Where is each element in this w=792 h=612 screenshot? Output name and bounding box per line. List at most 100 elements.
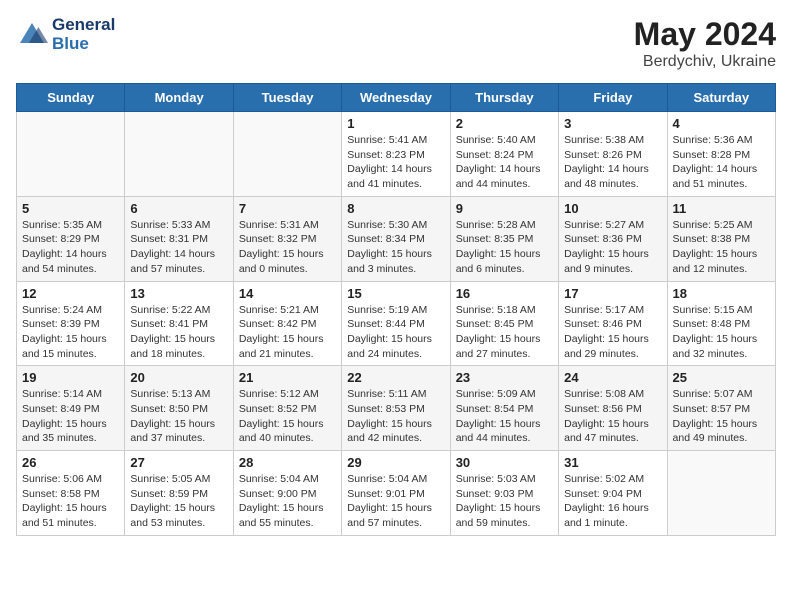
calendar-cell: 8 Sunrise: 5:30 AM Sunset: 8:34 PM Daylig… (342, 196, 450, 281)
day-number: 28 (239, 455, 336, 470)
calendar-cell: 17 Sunrise: 5:17 AM Sunset: 8:46 PM Dayli… (559, 281, 667, 366)
day-info: Sunrise: 5:13 AM Sunset: 8:50 PM Dayligh… (130, 387, 227, 446)
weekday-header: Monday (125, 84, 233, 112)
day-number: 31 (564, 455, 661, 470)
day-info: Sunrise: 5:40 AM Sunset: 8:24 PM Dayligh… (456, 133, 553, 192)
calendar-cell: 10 Sunrise: 5:27 AM Sunset: 8:36 PM Dayli… (559, 196, 667, 281)
day-number: 16 (456, 286, 553, 301)
calendar-cell: 12 Sunrise: 5:24 AM Sunset: 8:39 PM Dayli… (17, 281, 125, 366)
day-info: Sunrise: 5:28 AM Sunset: 8:35 PM Dayligh… (456, 218, 553, 277)
day-info: Sunrise: 5:25 AM Sunset: 8:38 PM Dayligh… (673, 218, 770, 277)
calendar-week-row: 12 Sunrise: 5:24 AM Sunset: 8:39 PM Dayli… (17, 281, 776, 366)
day-number: 22 (347, 370, 444, 385)
day-info: Sunrise: 5:31 AM Sunset: 8:32 PM Dayligh… (239, 218, 336, 277)
calendar-header: SundayMondayTuesdayWednesdayThursdayFrid… (17, 84, 776, 112)
day-info: Sunrise: 5:35 AM Sunset: 8:29 PM Dayligh… (22, 218, 119, 277)
day-number: 24 (564, 370, 661, 385)
day-number: 15 (347, 286, 444, 301)
calendar-cell: 30Sunrise: 5:03 AM Sunset: 9:03 PM Dayli… (450, 451, 558, 536)
calendar-cell: 5Sunrise: 5:35 AM Sunset: 8:29 PM Daylig… (17, 196, 125, 281)
day-info: Sunrise: 5:12 AM Sunset: 8:52 PM Dayligh… (239, 387, 336, 446)
weekday-header: Thursday (450, 84, 558, 112)
page-header: General Blue May 2024 Berdychiv, Ukraine (16, 16, 776, 71)
calendar-week-row: 1Sunrise: 5:41 AM Sunset: 8:23 PM Daylig… (17, 112, 776, 197)
calendar-cell: 3Sunrise: 5:38 AM Sunset: 8:26 PM Daylig… (559, 112, 667, 197)
logo-icon (16, 19, 48, 51)
day-info: Sunrise: 5:18 AM Sunset: 8:45 PM Dayligh… (456, 303, 553, 362)
day-info: Sunrise: 5:04 AM Sunset: 9:01 PM Dayligh… (347, 472, 444, 531)
day-number: 4 (673, 116, 770, 131)
calendar-cell (233, 112, 341, 197)
calendar-cell: 24 Sunrise: 5:08 AM Sunset: 8:56 PM Dayli… (559, 366, 667, 451)
day-info: Sunrise: 5:17 AM Sunset: 8:46 PM Dayligh… (564, 303, 661, 362)
calendar-cell: 25Sunrise: 5:07 AM Sunset: 8:57 PM Dayli… (667, 366, 775, 451)
day-number: 7 (239, 201, 336, 216)
day-number: 14 (239, 286, 336, 301)
calendar-cell (667, 451, 775, 536)
calendar-cell: 21 Sunrise: 5:12 AM Sunset: 8:52 PM Dayli… (233, 366, 341, 451)
day-number: 13 (130, 286, 227, 301)
logo: General Blue (16, 16, 115, 53)
day-info: Sunrise: 5:21 AM Sunset: 8:42 PM Dayligh… (239, 303, 336, 362)
calendar-cell: 11 Sunrise: 5:25 AM Sunset: 8:38 PM Dayli… (667, 196, 775, 281)
title-block: May 2024 Berdychiv, Ukraine (634, 16, 776, 71)
weekday-header-row: SundayMondayTuesdayWednesdayThursdayFrid… (17, 84, 776, 112)
day-info: Sunrise: 5:03 AM Sunset: 9:03 PM Dayligh… (456, 472, 553, 531)
calendar-body: 1Sunrise: 5:41 AM Sunset: 8:23 PM Daylig… (17, 112, 776, 536)
weekday-header: Saturday (667, 84, 775, 112)
calendar-cell: 1Sunrise: 5:41 AM Sunset: 8:23 PM Daylig… (342, 112, 450, 197)
calendar-cell: 4 Sunrise: 5:36 AM Sunset: 8:28 PM Daylig… (667, 112, 775, 197)
day-number: 19 (22, 370, 119, 385)
calendar-cell: 18 Sunrise: 5:15 AM Sunset: 8:48 PM Dayli… (667, 281, 775, 366)
day-number: 6 (130, 201, 227, 216)
location: Berdychiv, Ukraine (634, 53, 776, 71)
day-number: 21 (239, 370, 336, 385)
day-info: Sunrise: 5:19 AM Sunset: 8:44 PM Dayligh… (347, 303, 444, 362)
day-info: Sunrise: 5:04 AM Sunset: 9:00 PM Dayligh… (239, 472, 336, 531)
calendar-cell: 9 Sunrise: 5:28 AM Sunset: 8:35 PM Daylig… (450, 196, 558, 281)
calendar-cell: 29Sunrise: 5:04 AM Sunset: 9:01 PM Dayli… (342, 451, 450, 536)
calendar-cell: 7 Sunrise: 5:31 AM Sunset: 8:32 PM Daylig… (233, 196, 341, 281)
calendar-cell: 14 Sunrise: 5:21 AM Sunset: 8:42 PM Dayli… (233, 281, 341, 366)
weekday-header: Sunday (17, 84, 125, 112)
day-info: Sunrise: 5:02 AM Sunset: 9:04 PM Dayligh… (564, 472, 661, 531)
day-number: 12 (22, 286, 119, 301)
day-number: 9 (456, 201, 553, 216)
calendar-cell: 19 Sunrise: 5:14 AM Sunset: 8:49 PM Dayli… (17, 366, 125, 451)
day-info: Sunrise: 5:06 AM Sunset: 8:58 PM Dayligh… (22, 472, 119, 531)
calendar-cell: 13Sunrise: 5:22 AM Sunset: 8:41 PM Dayli… (125, 281, 233, 366)
calendar-cell: 2 Sunrise: 5:40 AM Sunset: 8:24 PM Daylig… (450, 112, 558, 197)
month-year: May 2024 (634, 16, 776, 53)
day-info: Sunrise: 5:14 AM Sunset: 8:49 PM Dayligh… (22, 387, 119, 446)
day-info: Sunrise: 5:36 AM Sunset: 8:28 PM Dayligh… (673, 133, 770, 192)
calendar-cell: 27Sunrise: 5:05 AM Sunset: 8:59 PM Dayli… (125, 451, 233, 536)
day-number: 18 (673, 286, 770, 301)
day-number: 2 (456, 116, 553, 131)
day-number: 11 (673, 201, 770, 216)
calendar-cell: 16 Sunrise: 5:18 AM Sunset: 8:45 PM Dayli… (450, 281, 558, 366)
day-info: Sunrise: 5:15 AM Sunset: 8:48 PM Dayligh… (673, 303, 770, 362)
calendar-week-row: 26 Sunrise: 5:06 AM Sunset: 8:58 PM Dayli… (17, 451, 776, 536)
day-info: Sunrise: 5:24 AM Sunset: 8:39 PM Dayligh… (22, 303, 119, 362)
calendar-cell: 23Sunrise: 5:09 AM Sunset: 8:54 PM Dayli… (450, 366, 558, 451)
day-info: Sunrise: 5:30 AM Sunset: 8:34 PM Dayligh… (347, 218, 444, 277)
calendar-week-row: 19 Sunrise: 5:14 AM Sunset: 8:49 PM Dayli… (17, 366, 776, 451)
day-number: 27 (130, 455, 227, 470)
logo-text: General Blue (52, 16, 115, 53)
calendar-table: SundayMondayTuesdayWednesdayThursdayFrid… (16, 83, 776, 536)
calendar-cell: 22Sunrise: 5:11 AM Sunset: 8:53 PM Dayli… (342, 366, 450, 451)
day-info: Sunrise: 5:38 AM Sunset: 8:26 PM Dayligh… (564, 133, 661, 192)
weekday-header: Tuesday (233, 84, 341, 112)
day-info: Sunrise: 5:09 AM Sunset: 8:54 PM Dayligh… (456, 387, 553, 446)
day-info: Sunrise: 5:08 AM Sunset: 8:56 PM Dayligh… (564, 387, 661, 446)
calendar-cell: 28 Sunrise: 5:04 AM Sunset: 9:00 PM Dayli… (233, 451, 341, 536)
day-number: 17 (564, 286, 661, 301)
day-number: 10 (564, 201, 661, 216)
day-number: 8 (347, 201, 444, 216)
day-info: Sunrise: 5:27 AM Sunset: 8:36 PM Dayligh… (564, 218, 661, 277)
calendar-cell (125, 112, 233, 197)
day-number: 26 (22, 455, 119, 470)
calendar-cell: 20Sunrise: 5:13 AM Sunset: 8:50 PM Dayli… (125, 366, 233, 451)
calendar-cell (17, 112, 125, 197)
day-number: 25 (673, 370, 770, 385)
